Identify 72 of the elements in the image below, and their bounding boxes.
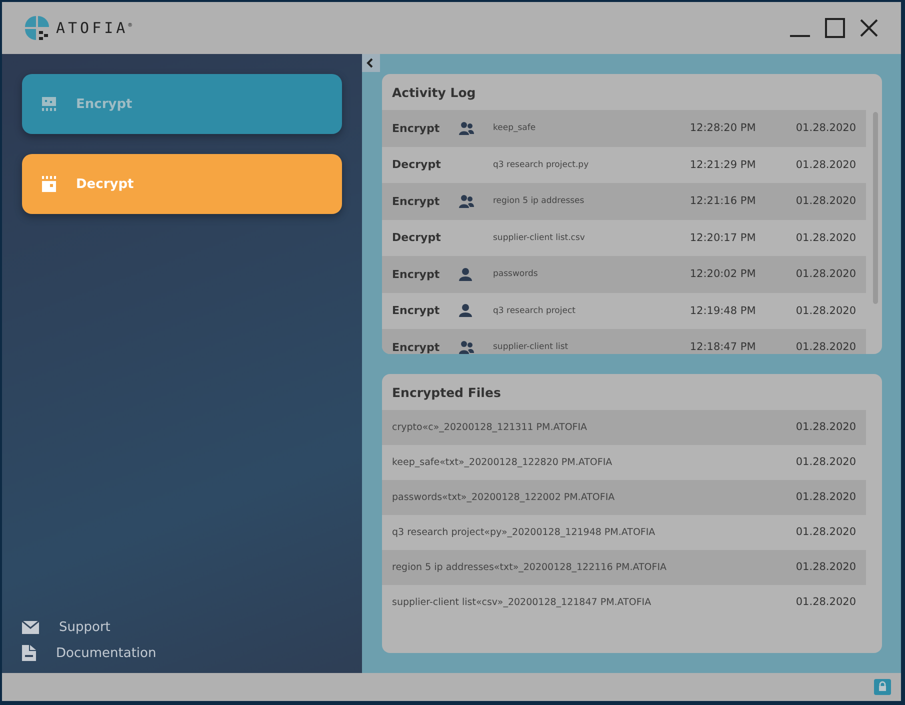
user-icon — [459, 304, 472, 318]
scrollbar[interactable] — [873, 112, 878, 304]
file-name: q3 research project.py — [493, 160, 590, 170]
log-row[interactable]: Encrypt supplier-client list 12:18:47 PM 01.28.2020 — [382, 329, 866, 354]
time-text: 12:20:17 PM — [690, 232, 757, 244]
action-text: Encrypt — [392, 194, 441, 208]
file-name: keep_safe«txt»_20200128_122820 PM.ATOFIA — [392, 456, 612, 468]
card-title: Activity Log — [391, 84, 477, 102]
action-text: Encrypt — [392, 340, 441, 354]
users-icon — [459, 194, 474, 208]
close-icon[interactable] — [859, 18, 879, 38]
time-text: 12:18:47 PM — [690, 341, 757, 354]
date-text: 01.28.2020 — [796, 158, 856, 171]
user-icon — [459, 268, 472, 281]
log-row[interactable]: Encrypt q3 research project 12:19:48 PM 01.28.2020 — [382, 292, 866, 329]
file-row[interactable]: region 5 ip addresses«txt»_20200128_122116 PM.ATOFIA 01.28.2020 — [382, 550, 866, 584]
log-row[interactable]: Encrypt region 5 ip addresses 12:21:16 PM 01.28.2020 — [382, 183, 866, 220]
date-text: 01.28.2020 — [796, 491, 856, 503]
log-row[interactable]: Encrypt passwords 12:20:02 PM 01.28.2020 — [382, 256, 866, 292]
file-row[interactable]: keep_safe«txt»_20200128_122820 PM.ATOFIA 01.28.2020 — [382, 444, 866, 480]
file-name: q3 research project«py»_20200128_121948 PM.ATOFIA — [392, 526, 656, 538]
action-text: Decrypt — [392, 231, 442, 244]
file-row[interactable]: q3 research project«py»_20200128_121948 PM.ATOFIA 01.28.2020 — [382, 514, 866, 550]
file-name: keep_safe — [493, 123, 537, 134]
file-name: region 5 ip addresses«txt»_20200128_122116 PM.ATOFIA — [392, 562, 667, 572]
log-row[interactable]: Decrypt q3 research project.py 12:21:29 PM 01.28.2020 — [382, 146, 866, 183]
grid-icon — [42, 176, 56, 192]
file-name: passwords — [493, 269, 539, 280]
sidebar-link[interactable]: Support — [22, 620, 362, 635]
date-text: 01.28.2020 — [796, 561, 856, 573]
date-text: 01.28.2020 — [796, 456, 856, 468]
time-text: 12:21:29 PM — [690, 158, 757, 171]
date-text: 01.28.2020 — [796, 304, 856, 317]
time-text: 12:21:16 PM — [690, 195, 757, 208]
date-text: 01.28.2020 — [796, 421, 856, 433]
logo-icon — [24, 15, 50, 41]
file-row[interactable]: passwords«txt»_20200128_122002 PM.ATOFIA 01.28.2020 — [382, 480, 866, 514]
grid-icon — [42, 96, 56, 112]
time-text: 12:28:20 PM — [690, 122, 757, 134]
date-text: 01.28.2020 — [796, 232, 856, 244]
date-text: 01.28.2020 — [796, 596, 856, 608]
users-icon — [459, 122, 474, 135]
file-name: passwords«txt»_20200128_122002 PM.ATOFIA — [392, 492, 615, 502]
file-name: supplier-client list.csv — [493, 232, 586, 243]
document-icon — [22, 645, 36, 661]
log-row[interactable]: Decrypt supplier-client list.csv 12:20:17 PM 01.28.2020 — [382, 220, 866, 256]
date-text: 01.28.2020 — [796, 268, 856, 280]
file-name: crypto«c»_20200128_121311 PM.ATOFIA — [392, 422, 588, 432]
file-name: supplier-client list«csv»_20200128_121847 PM.ATOFIA — [392, 596, 652, 608]
date-text: 01.28.2020 — [796, 341, 856, 354]
time-text: 12:19:48 PM — [690, 304, 757, 317]
users-icon — [459, 340, 474, 354]
file-row[interactable]: crypto«c»_20200128_121311 PM.ATOFIA 01.28.2020 — [382, 410, 866, 444]
sidebar-link[interactable]: Documentation — [22, 645, 362, 661]
date-text: 01.28.2020 — [796, 122, 856, 134]
file-name: region 5 ip addresses — [493, 196, 586, 206]
file-name: supplier-client list — [493, 342, 570, 352]
logo-text: ATOFIA$^{®}$ — [56, 19, 132, 37]
action-text: Encrypt — [392, 268, 441, 281]
time-text: 12:20:02 PM — [690, 268, 757, 280]
file-name: q3 research project — [493, 306, 576, 316]
date-text: 01.28.2020 — [796, 526, 856, 538]
action-text: Encrypt — [392, 304, 441, 318]
date-text: 01.28.2020 — [796, 195, 856, 208]
action-text: Decrypt — [392, 158, 442, 172]
maximize-icon[interactable] — [825, 18, 845, 38]
card-title: Encrypted Files — [391, 384, 502, 402]
collapse-tab-icon[interactable] — [362, 54, 380, 72]
action-text: Encrypt — [392, 122, 441, 135]
envelope-icon — [22, 621, 39, 634]
log-row[interactable]: Encrypt keep_safe 12:28:20 PM 01.28.2020 — [382, 110, 866, 146]
file-row[interactable]: supplier-client list«csv»_20200128_121847 PM.ATOFIA 01.28.2020 — [382, 584, 866, 620]
